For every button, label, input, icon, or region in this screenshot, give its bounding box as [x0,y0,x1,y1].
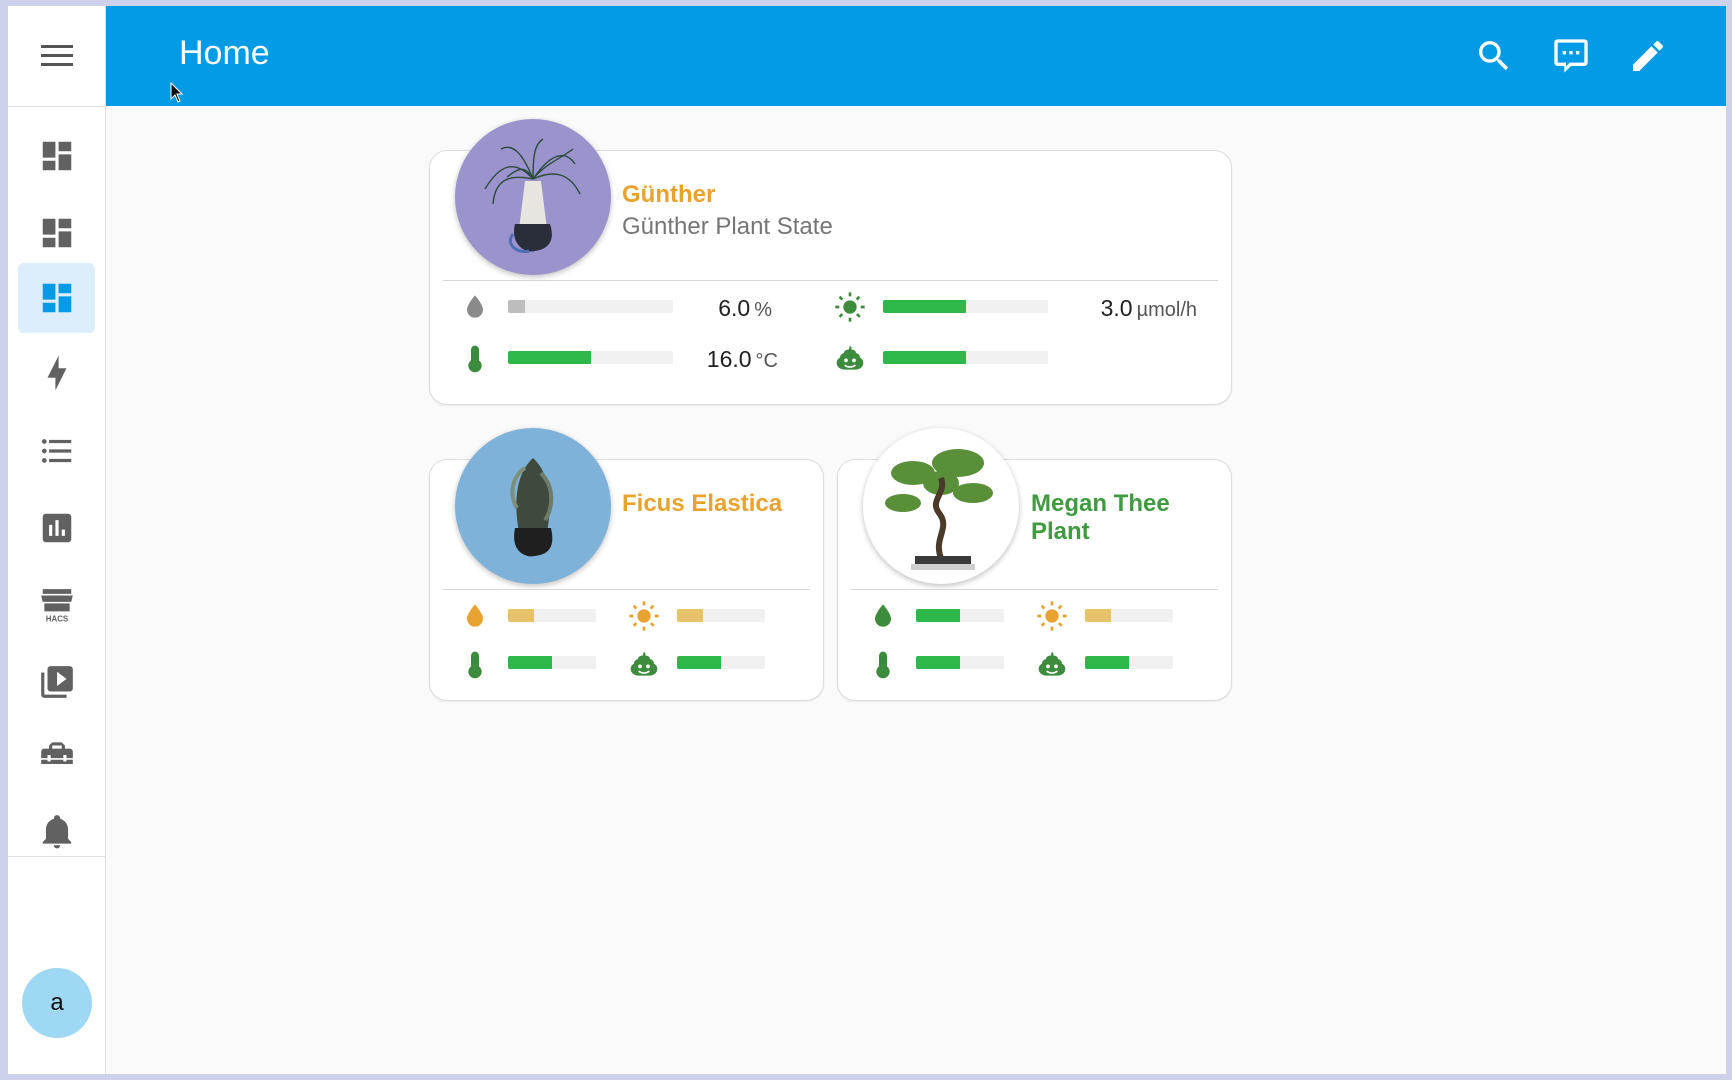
conductivity-bar[interactable] [1085,656,1173,669]
water-drop-icon[interactable] [459,598,491,634]
sidebar-item-logbook[interactable] [18,416,95,486]
dashboard-icon [42,283,71,313]
plant-image-gunther [455,119,611,275]
sidebar-item-dashboard-2[interactable] [18,198,95,268]
edit-icon[interactable] [1628,36,1668,76]
thermometer-icon[interactable] [867,647,899,683]
sun-icon[interactable] [1036,598,1068,634]
card-divider [851,589,1218,590]
plant-subtitle: Günther Plant State [622,213,833,240]
page-title: Home [179,34,270,72]
sidebar-item-overview[interactable] [18,121,95,191]
menu-icon [40,45,73,66]
notifications-button[interactable] [18,796,95,866]
chart-box-icon [42,513,71,543]
temperature-bar[interactable] [508,351,673,364]
store-icon: HACS [40,589,73,624]
sidebar-item-energy[interactable] [18,338,95,408]
user-initial: a [50,989,64,1016]
menu-button[interactable] [8,6,105,107]
light-value: 3.0 µmol/h [1100,295,1197,321]
dashboard-icon [42,141,71,171]
plant-image-megan-thee-plant [863,428,1019,584]
dashboard-icon [42,218,71,248]
plant-card-ficus-elastica[interactable]: Ficus Elastica [429,428,824,701]
list-icon [41,439,71,463]
plant-card-gunther[interactable]: Günther Günther Plant State 6.0% 3.0 µmol… [429,119,1232,405]
sidebar-item-media[interactable] [18,647,95,717]
card-divider [443,589,810,590]
bell-icon [42,815,71,849]
media-icon [40,666,73,698]
search-icon[interactable] [1474,36,1514,76]
card-divider [443,280,1218,281]
plant-name[interactable]: Ficus Elastica [622,490,782,518]
plant-card-megan-thee-plant[interactable]: Megan Thee Plant [837,428,1232,701]
sun-icon[interactable] [628,598,660,634]
sun-icon[interactable] [834,289,866,325]
light-bar[interactable] [883,300,1048,313]
assist-icon[interactable] [1551,36,1591,76]
thermometer-icon[interactable] [459,647,491,683]
conductivity-bar[interactable] [677,656,765,669]
sidebar-item-plants[interactable] [18,263,95,333]
water-drop-icon[interactable] [867,598,899,634]
lightning-icon [47,355,66,391]
moisture-bar[interactable] [508,609,596,622]
app-window: HACS a Home Günther Günther Plant State … [8,6,1726,1074]
moisture-value: 6.0% [718,295,772,321]
sidebar-item-hacs[interactable]: HACS [18,570,95,640]
moisture-bar[interactable] [508,300,673,313]
conductivity-bar[interactable] [883,351,1048,364]
plant-image-ficus-elastica [455,428,611,584]
fertilizer-icon[interactable] [834,341,866,377]
light-bar[interactable] [1085,609,1173,622]
thermometer-icon[interactable] [459,341,491,377]
light-bar[interactable] [677,609,765,622]
fertilizer-icon[interactable] [628,647,660,683]
plant-name[interactable]: Günther [622,181,715,209]
user-avatar[interactable]: a [22,968,92,1038]
water-drop-icon[interactable] [459,289,491,325]
sidebar-item-developer-tools[interactable] [18,724,95,764]
top-app-bar: Home [106,6,1726,106]
temperature-bar[interactable] [508,656,596,669]
svg-text:HACS: HACS [45,615,67,624]
toolbox-icon [40,742,73,764]
sidebar-item-history[interactable] [18,493,95,563]
temperature-value: 16.0 °C [706,346,778,372]
moisture-bar[interactable] [916,609,1004,622]
mouse-cursor [170,82,184,103]
fertilizer-icon[interactable] [1036,647,1068,683]
plant-name[interactable]: Megan Thee Plant [1031,490,1231,546]
temperature-bar[interactable] [916,656,1004,669]
sidebar: HACS a [8,6,106,1074]
